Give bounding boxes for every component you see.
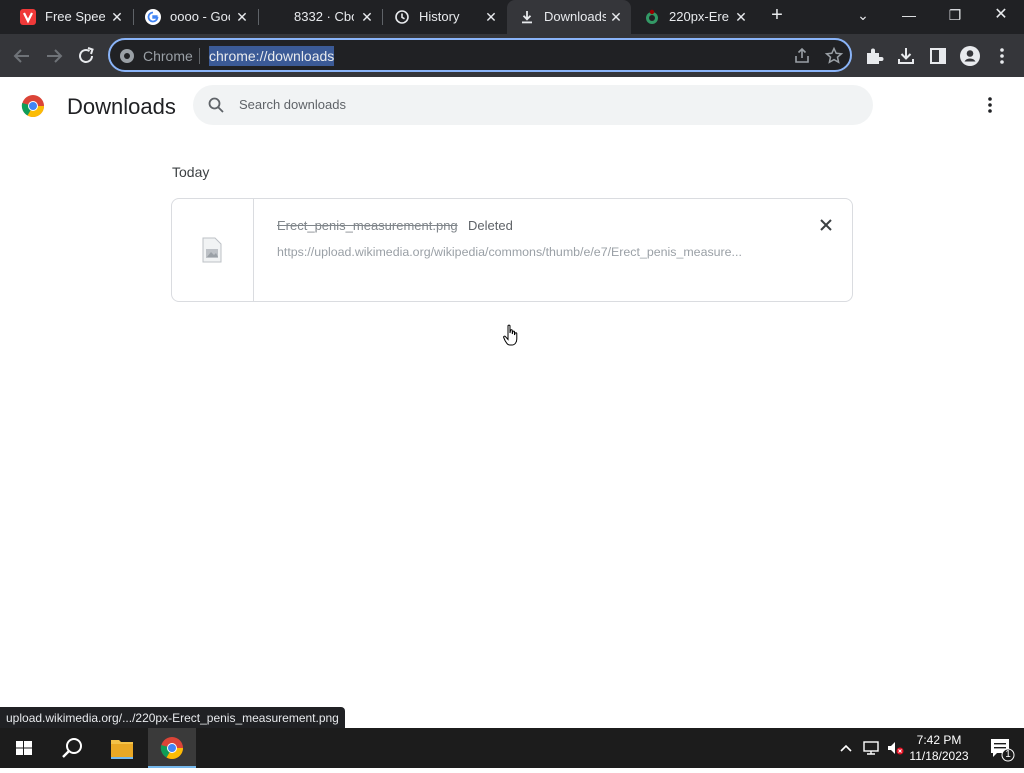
hand-cursor-icon (503, 324, 518, 346)
taskbar-search-button[interactable] (48, 728, 96, 768)
chrome-taskbar-button[interactable] (148, 728, 196, 768)
search-icon (208, 97, 224, 113)
notification-count-badge: 1 (1005, 749, 1011, 760)
close-tab-icon[interactable]: ✕ (484, 10, 498, 24)
site-chip-label: Chrome (143, 48, 193, 64)
tab-search-chevron-icon[interactable]: ⌄ (840, 0, 886, 30)
tab-strip: Free Speech ✕ oooo - Goo ✕ 8332 · Cbo ✕ … (0, 0, 1024, 34)
windows-logo-icon (16, 741, 32, 755)
tab-title: oooo - Goo (170, 9, 230, 24)
side-panel-icon[interactable] (926, 44, 950, 68)
wikimedia-icon (646, 9, 658, 24)
chevron-up-icon[interactable] (838, 740, 854, 756)
image-file-icon (202, 237, 222, 263)
network-icon[interactable] (862, 740, 880, 756)
bookmark-star-icon[interactable] (824, 46, 844, 66)
chrome-menu-kebab-icon[interactable] (990, 44, 1014, 68)
tab-title: 220px-Erec (669, 9, 729, 24)
search-placeholder: Search downloads (239, 97, 346, 112)
downloads-toolbar-icon[interactable] (894, 44, 918, 68)
new-tab-button[interactable]: + (760, 0, 794, 30)
reload-icon (79, 47, 94, 63)
windows-taskbar: 7:42 PM 11/18/2023 1 (0, 728, 1024, 768)
tab-history[interactable]: History ✕ (382, 0, 506, 34)
link-status-bubble: upload.wikimedia.org/.../220px-Erect_pen… (0, 707, 345, 729)
download-icon (522, 11, 532, 24)
chrome-logo-icon (160, 737, 183, 759)
back-button[interactable] (10, 44, 34, 68)
file-name-link[interactable]: Erect_penis_measurement.png (277, 218, 458, 234)
page-title: Downloads (67, 94, 176, 119)
file-explorer-button[interactable] (98, 728, 146, 768)
file-icon-area (172, 199, 254, 301)
extensions-puzzle-icon[interactable] (862, 44, 886, 68)
chrome-logo-icon (21, 95, 44, 117)
folder-icon (111, 740, 133, 759)
close-tab-icon[interactable]: ✕ (110, 10, 124, 24)
tab-title: Downloads (544, 9, 606, 24)
restore-button[interactable]: ❐ (932, 0, 978, 30)
remove-from-list-icon[interactable] (817, 216, 835, 234)
download-status: Deleted (468, 218, 513, 233)
history-icon (395, 10, 409, 24)
close-tab-icon[interactable]: ✕ (734, 10, 748, 24)
download-item-card: Erect_penis_measurement.png Deleted http… (171, 198, 853, 302)
omnibox-divider (199, 48, 200, 64)
forward-button[interactable] (42, 44, 66, 68)
share-icon[interactable] (792, 46, 812, 66)
search-downloads-input[interactable]: Search downloads (193, 85, 873, 125)
url-text[interactable]: chrome://downloads (209, 46, 335, 66)
search-icon (62, 738, 82, 758)
downloads-page: Downloads Search downloads Today Erect_p… (0, 77, 1024, 728)
more-actions-kebab-icon[interactable] (980, 95, 1000, 115)
tab-google-search[interactable]: oooo - Goo ✕ (133, 0, 257, 34)
arrow-right-icon (47, 49, 63, 63)
reload-button[interactable] (74, 44, 98, 68)
close-tab-icon[interactable]: ✕ (609, 10, 623, 24)
browser-toolbar: Chrome chrome://downloads (0, 34, 1024, 77)
google-g-icon (145, 9, 161, 25)
volume-muted-icon[interactable] (886, 740, 906, 756)
clock-time: 7:42 PM (916, 733, 962, 747)
clock-date: 11/18/2023 (909, 749, 969, 763)
tab-downloads[interactable]: Downloads ✕ (507, 0, 631, 34)
close-tab-icon[interactable]: ✕ (235, 10, 249, 24)
notification-center-button[interactable]: 1 (980, 728, 1020, 768)
tab-title: Free Speech (45, 9, 105, 24)
chrome-icon (120, 49, 134, 63)
close-tab-icon[interactable]: ✕ (360, 10, 374, 24)
minimize-button[interactable]: — (886, 0, 932, 30)
tab-title: 8332 · Cbo (294, 9, 354, 24)
tab-wikimedia-image[interactable]: 220px-Erec ✕ (632, 0, 756, 34)
profile-avatar-icon[interactable] (958, 44, 982, 68)
notification-icon (991, 739, 1015, 762)
source-url-link[interactable]: https://upload.wikimedia.org/wikipedia/c… (277, 244, 777, 260)
close-window-button[interactable]: ✕ (978, 0, 1024, 30)
address-bar[interactable]: Chrome chrome://downloads (108, 38, 852, 72)
date-heading: Today (172, 164, 210, 180)
tab-title: History (419, 9, 460, 24)
tab-free-speech[interactable]: Free Speech ✕ (8, 0, 132, 34)
arrow-left-icon (13, 49, 29, 63)
taskbar-clock[interactable]: 7:42 PM 11/18/2023 (906, 732, 972, 764)
start-button[interactable] (0, 728, 48, 768)
tab-cbox[interactable]: 8332 · Cbo ✕ (258, 0, 382, 34)
vivaldi-v-icon (20, 9, 36, 25)
